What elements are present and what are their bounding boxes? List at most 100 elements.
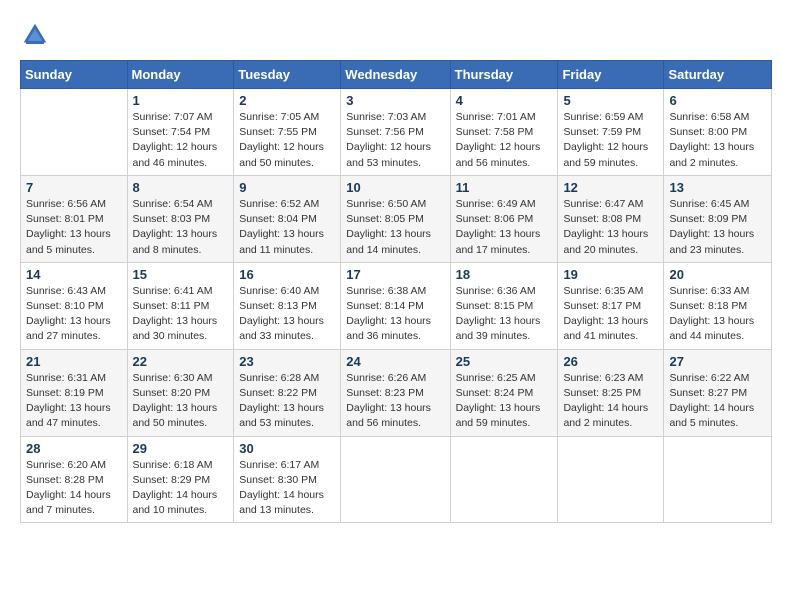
calendar-cell: 4 Sunrise: 7:01 AMSunset: 7:58 PMDaylight… [450,89,558,176]
day-info: Sunrise: 6:33 AMSunset: 8:18 PMDaylight:… [669,284,766,345]
calendar-cell: 23 Sunrise: 6:28 AMSunset: 8:22 PMDayligh… [234,349,341,436]
calendar-cell: 19Sunrise: 6:35 AMSunset: 8:17 PMDayligh… [558,262,664,349]
day-info: Sunrise: 6:25 AMSunset: 8:24 PMDaylight:… [456,371,553,432]
day-info: Sunrise: 6:28 AMSunset: 8:22 PMDaylight:… [239,371,335,432]
day-number: 17 [346,267,444,282]
day-info: Sunrise: 6:49 AMSunset: 8:06 PMDaylight:… [456,197,553,258]
day-info: Sunrise: 7:07 AMSunset: 7:54 PMDaylight:… [133,110,229,171]
calendar-cell: 6 Sunrise: 6:58 AMSunset: 8:00 PMDaylight… [664,89,772,176]
day-number: 19 [563,267,658,282]
day-info: Sunrise: 6:56 AMSunset: 8:01 PMDaylight:… [26,197,122,258]
day-number: 29 [133,441,229,456]
day-info: Sunrise: 6:36 AMSunset: 8:15 PMDaylight:… [456,284,553,345]
header [20,20,772,50]
calendar-cell: 2 Sunrise: 7:05 AMSunset: 7:55 PMDaylight… [234,89,341,176]
calendar-week-row: 28 Sunrise: 6:20 AMSunset: 8:28 PMDayligh… [21,436,772,523]
day-info: Sunrise: 6:59 AMSunset: 7:59 PMDaylight:… [563,110,658,171]
day-info: Sunrise: 7:05 AMSunset: 7:55 PMDaylight:… [239,110,335,171]
day-number: 10 [346,180,444,195]
calendar-cell: 24 Sunrise: 6:26 AMSunset: 8:23 PMDayligh… [341,349,450,436]
day-info: Sunrise: 6:41 AMSunset: 8:11 PMDaylight:… [133,284,229,345]
day-number: 6 [669,93,766,108]
day-info: Sunrise: 6:40 AMSunset: 8:13 PMDaylight:… [239,284,335,345]
day-info: Sunrise: 6:18 AMSunset: 8:29 PMDaylight:… [133,458,229,519]
calendar-header-row: SundayMondayTuesdayWednesdayThursdayFrid… [21,61,772,89]
day-info: Sunrise: 6:43 AMSunset: 8:10 PMDaylight:… [26,284,122,345]
page: SundayMondayTuesdayWednesdayThursdayFrid… [0,0,792,533]
day-number: 23 [239,354,335,369]
day-info: Sunrise: 7:03 AMSunset: 7:56 PMDaylight:… [346,110,444,171]
day-number: 16 [239,267,335,282]
day-number: 18 [456,267,553,282]
calendar-week-row: 1 Sunrise: 7:07 AMSunset: 7:54 PMDaylight… [21,89,772,176]
column-header-sunday: Sunday [21,61,128,89]
calendar-cell: 28 Sunrise: 6:20 AMSunset: 8:28 PMDayligh… [21,436,128,523]
calendar-cell: 11 Sunrise: 6:49 AMSunset: 8:06 PMDayligh… [450,175,558,262]
day-info: Sunrise: 6:23 AMSunset: 8:25 PMDaylight:… [563,371,658,432]
day-number: 5 [563,93,658,108]
logo-icon [20,20,50,50]
calendar-cell: 7 Sunrise: 6:56 AMSunset: 8:01 PMDaylight… [21,175,128,262]
day-number: 22 [133,354,229,369]
calendar-cell [450,436,558,523]
column-header-saturday: Saturday [664,61,772,89]
calendar-cell: 13Sunrise: 6:45 AMSunset: 8:09 PMDayligh… [664,175,772,262]
day-info: Sunrise: 6:52 AMSunset: 8:04 PMDaylight:… [239,197,335,258]
day-number: 25 [456,354,553,369]
calendar-cell [558,436,664,523]
day-number: 9 [239,180,335,195]
calendar-cell: 18 Sunrise: 6:36 AMSunset: 8:15 PMDayligh… [450,262,558,349]
day-number: 1 [133,93,229,108]
calendar-cell: 21 Sunrise: 6:31 AMSunset: 8:19 PMDayligh… [21,349,128,436]
day-info: Sunrise: 6:47 AMSunset: 8:08 PMDaylight:… [563,197,658,258]
calendar-cell: 22 Sunrise: 6:30 AMSunset: 8:20 PMDayligh… [127,349,234,436]
day-info: Sunrise: 7:01 AMSunset: 7:58 PMDaylight:… [456,110,553,171]
day-number: 21 [26,354,122,369]
calendar-cell [664,436,772,523]
calendar-cell [341,436,450,523]
column-header-wednesday: Wednesday [341,61,450,89]
column-header-friday: Friday [558,61,664,89]
calendar-cell: 10 Sunrise: 6:50 AMSunset: 8:05 PMDayligh… [341,175,450,262]
calendar-cell: 26 Sunrise: 6:23 AMSunset: 8:25 PMDayligh… [558,349,664,436]
day-number: 20 [669,267,766,282]
day-number: 2 [239,93,335,108]
day-info: Sunrise: 6:45 AMSunset: 8:09 PMDaylight:… [669,197,766,258]
day-info: Sunrise: 6:22 AMSunset: 8:27 PMDaylight:… [669,371,766,432]
day-info: Sunrise: 6:26 AMSunset: 8:23 PMDaylight:… [346,371,444,432]
calendar-week-row: 7 Sunrise: 6:56 AMSunset: 8:01 PMDaylight… [21,175,772,262]
day-number: 14 [26,267,122,282]
column-header-thursday: Thursday [450,61,558,89]
calendar-cell: 1 Sunrise: 7:07 AMSunset: 7:54 PMDaylight… [127,89,234,176]
day-info: Sunrise: 6:38 AMSunset: 8:14 PMDaylight:… [346,284,444,345]
day-number: 4 [456,93,553,108]
calendar-cell: 15Sunrise: 6:41 AMSunset: 8:11 PMDayligh… [127,262,234,349]
day-number: 12 [563,180,658,195]
day-number: 7 [26,180,122,195]
day-number: 11 [456,180,553,195]
day-number: 26 [563,354,658,369]
day-number: 24 [346,354,444,369]
day-number: 30 [239,441,335,456]
day-info: Sunrise: 6:20 AMSunset: 8:28 PMDaylight:… [26,458,122,519]
day-number: 28 [26,441,122,456]
day-info: Sunrise: 6:31 AMSunset: 8:19 PMDaylight:… [26,371,122,432]
calendar-cell: 17 Sunrise: 6:38 AMSunset: 8:14 PMDayligh… [341,262,450,349]
day-info: Sunrise: 6:30 AMSunset: 8:20 PMDaylight:… [133,371,229,432]
calendar-cell: 20 Sunrise: 6:33 AMSunset: 8:18 PMDayligh… [664,262,772,349]
calendar-week-row: 21 Sunrise: 6:31 AMSunset: 8:19 PMDayligh… [21,349,772,436]
day-number: 3 [346,93,444,108]
logo [20,20,54,50]
calendar-week-row: 14 Sunrise: 6:43 AMSunset: 8:10 PMDayligh… [21,262,772,349]
day-info: Sunrise: 6:58 AMSunset: 8:00 PMDaylight:… [669,110,766,171]
calendar-cell [21,89,128,176]
calendar-cell: 30Sunrise: 6:17 AMSunset: 8:30 PMDayligh… [234,436,341,523]
day-number: 8 [133,180,229,195]
calendar-cell: 12 Sunrise: 6:47 AMSunset: 8:08 PMDayligh… [558,175,664,262]
calendar-cell: 9 Sunrise: 6:52 AMSunset: 8:04 PMDaylight… [234,175,341,262]
calendar-cell: 16 Sunrise: 6:40 AMSunset: 8:13 PMDayligh… [234,262,341,349]
calendar-cell: 29 Sunrise: 6:18 AMSunset: 8:29 PMDayligh… [127,436,234,523]
day-info: Sunrise: 6:50 AMSunset: 8:05 PMDaylight:… [346,197,444,258]
column-header-tuesday: Tuesday [234,61,341,89]
calendar-cell: 25 Sunrise: 6:25 AMSunset: 8:24 PMDayligh… [450,349,558,436]
